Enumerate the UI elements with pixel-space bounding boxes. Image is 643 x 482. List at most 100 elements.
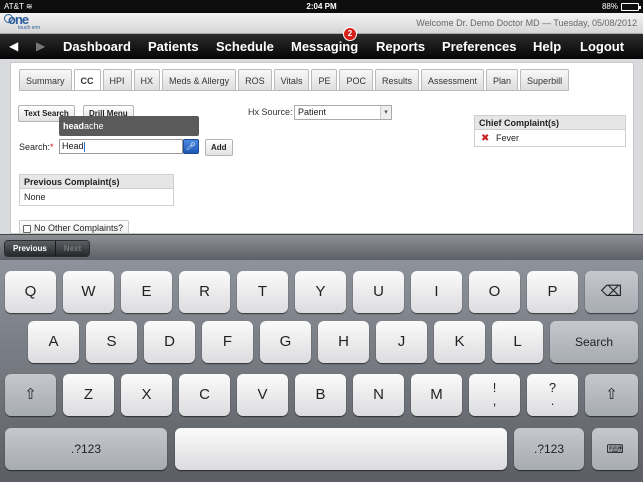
key-c[interactable]: C (179, 374, 230, 416)
key-m[interactable]: M (411, 374, 462, 416)
tab-superbill[interactable]: Superbill (520, 69, 570, 91)
nav-patients[interactable]: Patients (148, 39, 199, 54)
suggestion-rest: ache (84, 121, 104, 131)
key-t[interactable]: T (237, 271, 288, 313)
nav-logout[interactable]: Logout (580, 39, 624, 54)
previous-button[interactable]: Previous (5, 241, 55, 256)
back-arrow-icon[interactable]: ◀ (9, 39, 18, 53)
key-i[interactable]: I (411, 271, 462, 313)
search-label: Search:* (19, 142, 54, 152)
key-g[interactable]: G (260, 321, 311, 363)
tab-vitals[interactable]: Vitals (273, 69, 310, 91)
shift-icon: ⇧ (605, 386, 618, 403)
autocomplete-suggestion[interactable]: headache (59, 116, 199, 136)
hide-keyboard-icon: ⌨ (606, 442, 624, 456)
tab-meds-allergy[interactable]: Meds & Allergy (162, 69, 237, 91)
search-key[interactable]: Search (550, 321, 638, 363)
no-other-complaints[interactable]: No Other Complaints? (19, 220, 129, 233)
tab-poc[interactable]: POC (339, 69, 373, 91)
no-other-label: No Other Complaints? (34, 223, 124, 233)
logo-subtext: touch emr (18, 25, 41, 31)
hx-source-label: Hx Source: (248, 107, 293, 117)
hx-source-value: Patient (298, 107, 327, 117)
nav-schedule[interactable]: Schedule (216, 39, 274, 54)
key-j[interactable]: J (376, 321, 427, 363)
key-question-period[interactable]: ?. (527, 374, 578, 416)
messaging-badge: 2 (343, 27, 357, 41)
nav-help[interactable]: Help (533, 39, 561, 54)
onscreen-keyboard: Q W E R T Y U I O P ⌫ A S D F G H J K L … (0, 260, 643, 482)
no-other-checkbox[interactable] (23, 224, 31, 233)
chief-complaints-box: Chief Complaint(s) ✖ Fever (474, 115, 626, 147)
key-y[interactable]: Y (295, 271, 346, 313)
chevron-down-icon: ▾ (380, 106, 391, 119)
required-marker: * (50, 142, 54, 152)
welcome-bar: one touch emr Welcome Dr. Demo Doctor MD… (0, 12, 643, 34)
welcome-message: Welcome Dr. Demo Doctor MD — Tuesday, 05… (416, 18, 637, 28)
key-p[interactable]: P (527, 271, 578, 313)
remove-icon[interactable]: ✖ (481, 130, 489, 147)
numbers-key-left[interactable]: .?123 (5, 428, 167, 470)
key-x[interactable]: X (121, 374, 172, 416)
key-b[interactable]: B (295, 374, 346, 416)
hx-source-select[interactable]: Patient ▾ (294, 105, 392, 120)
battery-percent: 88% (601, 2, 618, 11)
previous-complaints-box: Previous Complaint(s) None (19, 174, 174, 206)
next-button[interactable]: Next (54, 241, 90, 256)
nav-messaging[interactable]: Messaging (291, 39, 358, 54)
key-n[interactable]: N (353, 374, 404, 416)
status-time: 2:04 PM (306, 2, 337, 11)
key-u[interactable]: U (353, 271, 404, 313)
add-button[interactable]: Add (205, 139, 233, 156)
key-f[interactable]: F (202, 321, 253, 363)
chief-complaints-title: Chief Complaint(s) (475, 116, 625, 130)
key-v[interactable]: V (237, 374, 288, 416)
tab-hx[interactable]: HX (133, 69, 161, 91)
tab-ros[interactable]: ROS (238, 69, 272, 91)
key-question-bottom: . (550, 393, 555, 408)
search-input[interactable]: Head (59, 139, 183, 154)
cc-panel: Summary CC HPI HX Meds & Allergy ROS Vit… (10, 62, 634, 234)
tab-assessment[interactable]: Assessment (421, 69, 485, 91)
key-l[interactable]: L (492, 321, 543, 363)
nav-reports[interactable]: Reports (376, 39, 425, 54)
backspace-key[interactable]: ⌫ (585, 271, 638, 313)
key-q[interactable]: Q (5, 271, 56, 313)
nav-dashboard[interactable]: Dashboard (63, 39, 131, 54)
numbers-key-right[interactable]: .?123 (514, 428, 584, 470)
shift-left-key[interactable]: ⇧ (5, 374, 56, 416)
key-k[interactable]: K (434, 321, 485, 363)
tab-pe[interactable]: PE (311, 69, 338, 91)
main-nav: ◀ ▶ Dashboard Patients Schedule Messagin… (0, 34, 643, 59)
key-w[interactable]: W (63, 271, 114, 313)
hide-keyboard-key[interactable]: ⌨ (592, 428, 638, 470)
app-logo: one touch emr (4, 12, 52, 33)
key-exclaim-comma[interactable]: !, (469, 374, 520, 416)
shift-right-key[interactable]: ⇧ (585, 374, 638, 416)
battery-icon (621, 2, 641, 11)
nav-preferences[interactable]: Preferences (442, 39, 516, 54)
backspace-icon: ⌫ (600, 283, 623, 300)
text-cursor (83, 141, 85, 152)
previous-complaints-title: Previous Complaint(s) (20, 175, 173, 189)
key-s[interactable]: S (86, 321, 137, 363)
tab-results[interactable]: Results (374, 69, 419, 91)
key-o[interactable]: O (469, 271, 520, 313)
space-key[interactable] (175, 428, 507, 470)
tab-plan[interactable]: Plan (486, 69, 519, 91)
forward-arrow-icon[interactable]: ▶ (36, 39, 45, 53)
tab-summary[interactable]: Summary (19, 69, 72, 91)
key-h[interactable]: H (318, 321, 369, 363)
search-input-value: Head (62, 141, 84, 151)
tab-hpi[interactable]: HPI (102, 69, 132, 91)
shift-icon: ⇧ (24, 386, 37, 403)
tab-cc[interactable]: CC (73, 69, 101, 91)
suggestion-match: head (63, 121, 85, 131)
key-z[interactable]: Z (63, 374, 114, 416)
key-r[interactable]: R (179, 271, 230, 313)
key-e[interactable]: E (121, 271, 172, 313)
prev-next-control: Previous Next (4, 240, 91, 257)
dictation-icon[interactable]: 🎤︎ (183, 139, 199, 154)
key-a[interactable]: A (28, 321, 79, 363)
key-d[interactable]: D (144, 321, 195, 363)
